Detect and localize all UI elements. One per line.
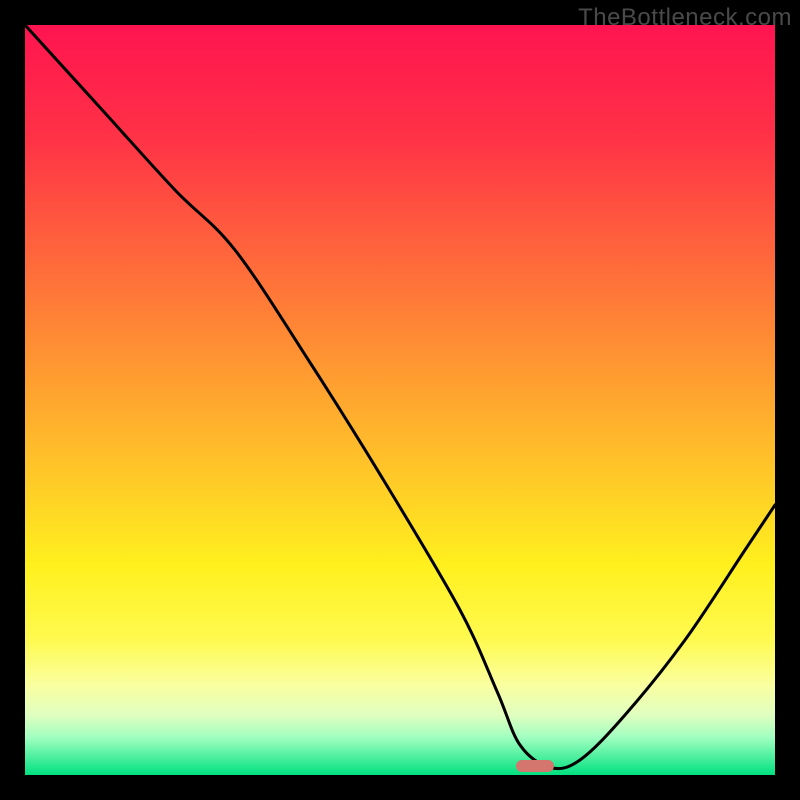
optimal-marker bbox=[516, 760, 554, 772]
gradient-background bbox=[25, 25, 775, 775]
chart-svg bbox=[25, 25, 775, 775]
chart-area bbox=[25, 25, 775, 775]
chart-container: TheBottleneck.com bbox=[0, 0, 800, 800]
